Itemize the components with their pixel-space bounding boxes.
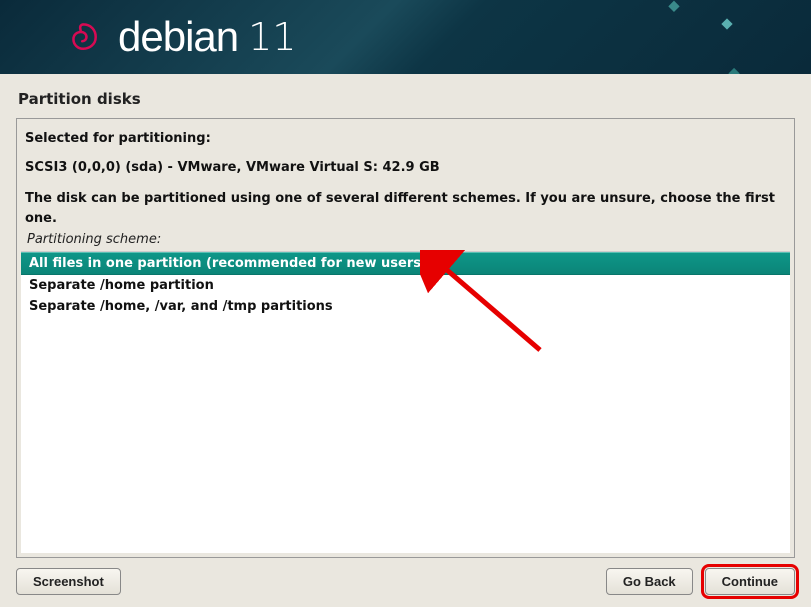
- disk-info: SCSI3 (0,0,0) (sda) - VMware, VMware Vir…: [21, 150, 790, 179]
- go-back-button[interactable]: Go Back: [606, 568, 693, 595]
- continue-button[interactable]: Continue: [705, 568, 795, 595]
- option-separate-home[interactable]: Separate /home partition: [21, 275, 790, 296]
- screenshot-button[interactable]: Screenshot: [16, 568, 121, 595]
- main-content: Partition disks Selected for partitionin…: [0, 74, 811, 607]
- brand-name: debian: [118, 13, 238, 61]
- option-separate-home-var-tmp[interactable]: Separate /home, /var, and /tmp partition…: [21, 296, 790, 317]
- brand-version: 11: [248, 15, 296, 59]
- selected-label: Selected for partitioning:: [21, 129, 790, 150]
- page-title: Partition disks: [16, 84, 795, 118]
- installer-header: debian 11: [0, 0, 811, 74]
- scheme-options-list: All files in one partition (recommended …: [21, 251, 790, 553]
- debian-swirl-icon: [60, 16, 102, 58]
- partition-panel: Selected for partitioning: SCSI3 (0,0,0)…: [16, 118, 795, 558]
- instruction-text: The disk can be partitioned using one of…: [21, 179, 790, 231]
- scheme-label: Partitioning scheme:: [21, 230, 790, 251]
- footer-buttons: Screenshot Go Back Continue: [16, 558, 795, 595]
- option-all-in-one[interactable]: All files in one partition (recommended …: [21, 252, 790, 275]
